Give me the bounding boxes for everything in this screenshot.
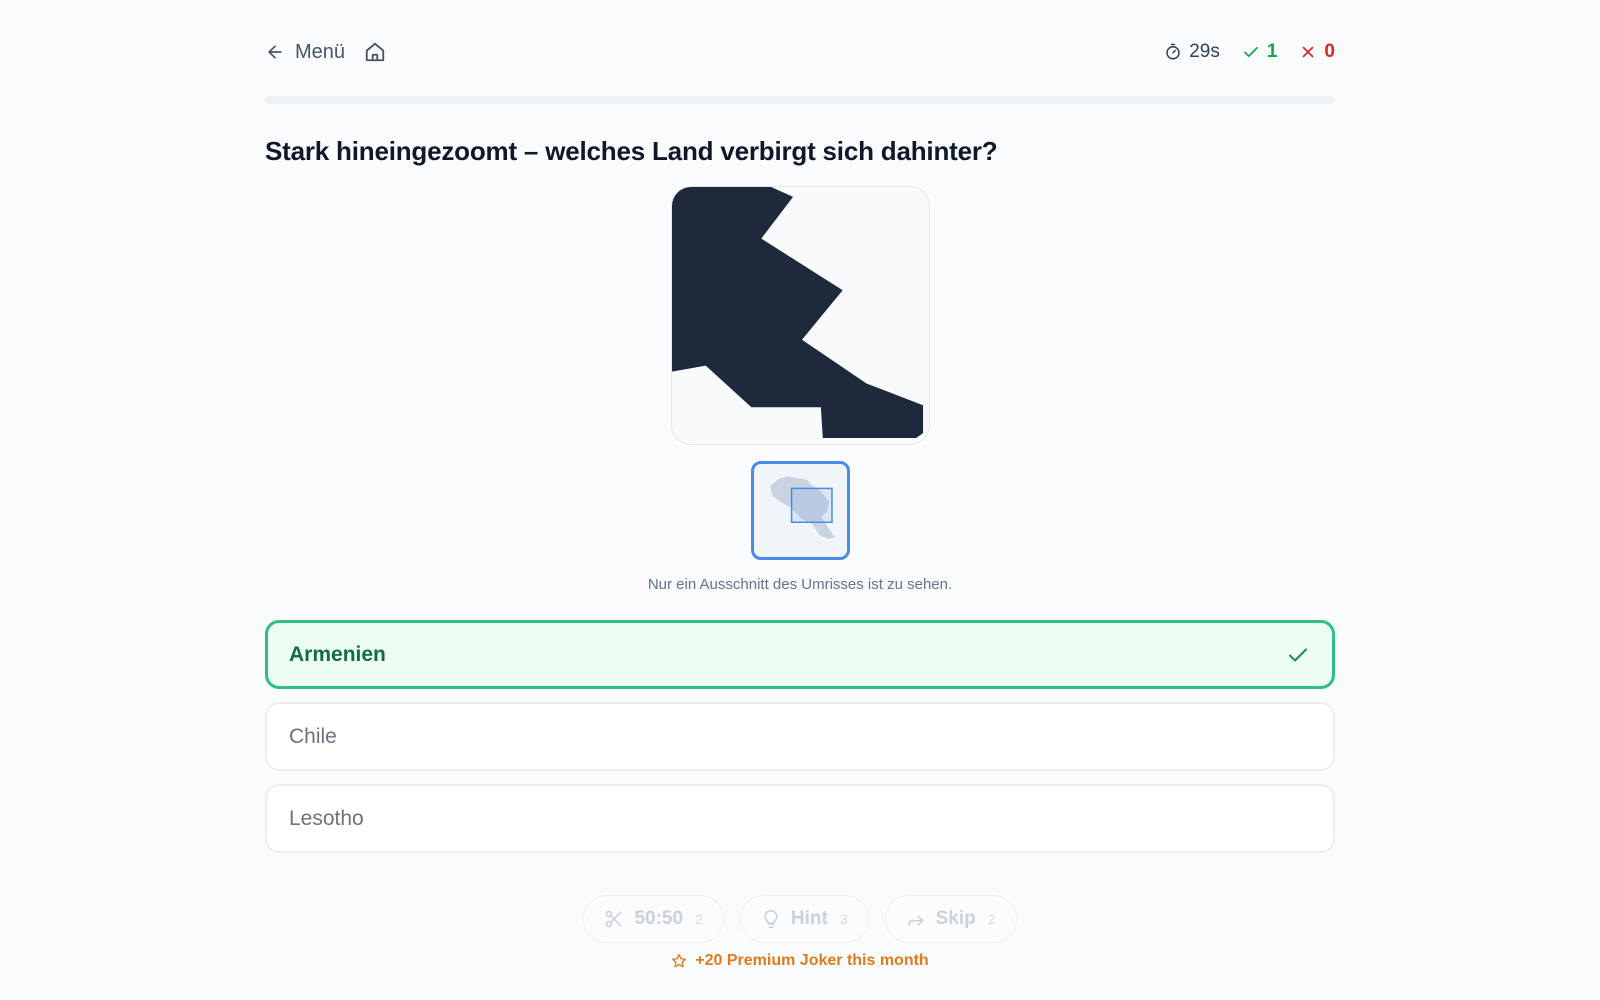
joker-count: 2 <box>695 911 703 927</box>
joker-hint-button[interactable]: Hint 3 <box>739 895 869 943</box>
option-label: Armenien <box>289 642 386 666</box>
stopwatch-icon <box>1166 43 1180 60</box>
score-stats: 29s 1 0 <box>1164 41 1335 63</box>
premium-joker-promo[interactable]: +20 Premium Joker this month <box>265 952 1335 970</box>
premium-text: +20 Premium Joker this month <box>695 952 929 969</box>
correct-stat: 1 <box>1242 41 1278 63</box>
arrow-left-icon <box>268 45 282 59</box>
option-chile[interactable]: Chile <box>265 702 1335 771</box>
scissors-icon <box>606 910 622 928</box>
back-label: Menü <box>295 40 346 63</box>
joker-5050-button[interactable]: 50:50 2 <box>583 895 724 943</box>
joker-count: 3 <box>839 911 848 927</box>
option-label: Chile <box>289 724 337 748</box>
outline-minimap <box>751 461 850 560</box>
home-icon <box>365 42 385 62</box>
quiz-container: Menü 29s 1 0 Stark hineingezoomt – welch… <box>265 0 1335 1000</box>
option-label: Lesotho <box>289 806 364 830</box>
joker-bar: 50:50 2 Hint 3 Skip 2 <box>265 895 1335 943</box>
joker-label: 50:50 <box>634 908 684 929</box>
correct-count: 1 <box>1266 41 1278 62</box>
country-outline-zoomed <box>672 187 924 439</box>
joker-skip-button[interactable]: Skip 2 <box>884 895 1017 943</box>
option-armenien[interactable]: Armenien <box>265 620 1335 689</box>
star-icon <box>672 954 687 968</box>
joker-label: Hint <box>790 908 828 929</box>
progress-bar <box>265 96 1335 104</box>
top-bar: Menü 29s 1 0 <box>265 32 1335 72</box>
lightbulb-icon <box>764 909 778 929</box>
wrong-stat: 0 <box>1299 41 1335 63</box>
question-text: Stark hineingezoomt – welches Land verbi… <box>265 136 998 166</box>
hint-caption: Nur ein Ausschnitt des Umrisses ist zu s… <box>647 576 953 593</box>
home-button[interactable] <box>359 36 391 68</box>
x-icon <box>1303 46 1314 58</box>
joker-label: Skip <box>935 908 976 929</box>
quiz-page: Menü 29s 1 0 Stark hineingezoomt – welch… <box>0 0 1600 1000</box>
back-to-menu-button[interactable]: Menü <box>265 41 345 64</box>
country-outline-minimap <box>769 476 835 540</box>
timer-value: 29s <box>1189 41 1220 62</box>
nav-left: Menü <box>265 36 391 68</box>
answer-options: Armenien Chile Lesotho <box>265 620 1335 866</box>
check-icon <box>1289 648 1307 661</box>
joker-count: 2 <box>987 911 996 927</box>
zoomed-shape-card <box>671 186 930 445</box>
option-lesotho[interactable]: Lesotho <box>265 784 1335 853</box>
skip-arrow-icon <box>908 915 924 926</box>
timer-stat: 29s <box>1164 41 1220 63</box>
check-icon <box>1244 47 1258 57</box>
wrong-count: 0 <box>1324 41 1335 62</box>
